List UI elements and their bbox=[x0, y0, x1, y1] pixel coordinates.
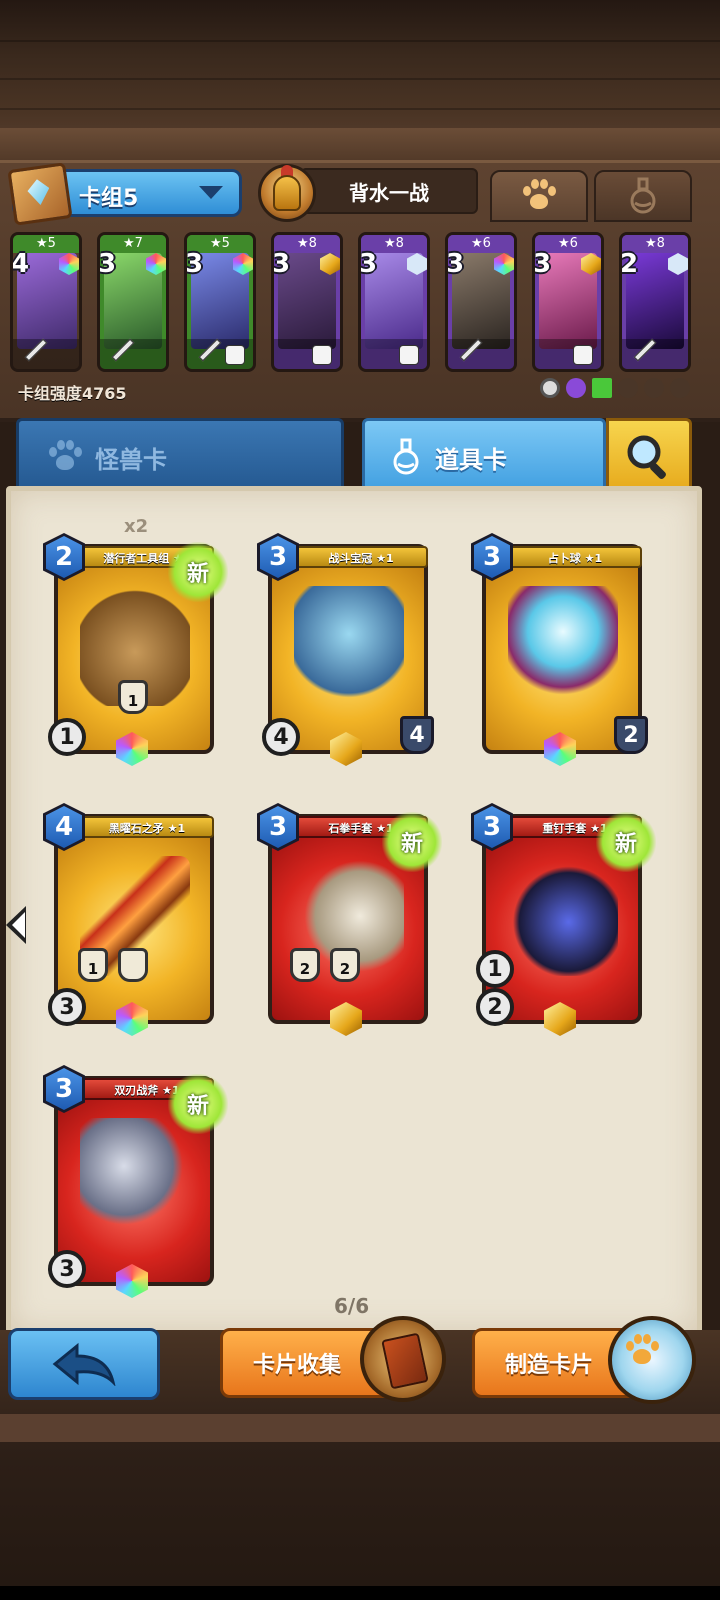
new-badge: 新 bbox=[382, 812, 442, 872]
paw-icon bbox=[521, 179, 557, 213]
attack-stat: 2 bbox=[476, 988, 514, 1026]
crystal-ball-art bbox=[508, 586, 618, 706]
deck-strength: 卡组强度4765 bbox=[18, 384, 127, 403]
spiked-gloves-art bbox=[508, 856, 618, 976]
deck-card-6[interactable]: ★6 3 bbox=[445, 232, 517, 372]
card-name: 黑曜石之矛 ★1 bbox=[80, 816, 214, 838]
card-name: 战斗宝冠 ★1 bbox=[294, 546, 428, 568]
chevron-down-icon bbox=[199, 186, 223, 199]
collect-label: 卡片收集 bbox=[253, 1353, 342, 1378]
card-cost: 3 bbox=[359, 249, 378, 279]
attack-stat: 3 bbox=[48, 1250, 86, 1288]
armor-stat: 2 bbox=[614, 716, 648, 754]
hero-name[interactable]: 背水一战 bbox=[300, 168, 478, 214]
dice-icon bbox=[399, 345, 419, 365]
card-name: 占卜球 ★1 bbox=[508, 546, 642, 568]
shield-icon bbox=[566, 378, 586, 398]
back-arrow-icon bbox=[52, 1342, 116, 1386]
item-card-crystal-ball[interactable]: 占卜球 ★1 3 2 bbox=[471, 533, 648, 766]
card-cost: 2 bbox=[620, 249, 639, 279]
item-card-battle-crown[interactable]: 战斗宝冠 ★1 3 4 4 bbox=[257, 533, 434, 766]
search-icon bbox=[627, 435, 666, 479]
armor-stat: 4 bbox=[400, 716, 434, 754]
item-card-stone-fist-gloves[interactable]: 石拳手套 ★1 3 新 2 2 bbox=[257, 803, 442, 1036]
craft-jar-icon[interactable] bbox=[608, 1316, 696, 1404]
double-axe-art bbox=[80, 1118, 190, 1238]
new-badge: 新 bbox=[168, 1074, 228, 1134]
tab-item-label: 道具卡 bbox=[435, 445, 507, 474]
card-cost: 3 bbox=[98, 249, 117, 279]
back-button[interactable] bbox=[8, 1328, 160, 1400]
ability-badge: 1 bbox=[78, 948, 108, 982]
item-card-double-axe[interactable]: 双刃战斧 ★1 3 新 3 bbox=[43, 1065, 228, 1298]
paw-icon bbox=[47, 440, 83, 474]
tab-monster-label: 怪兽卡 bbox=[95, 445, 167, 474]
deck-card-2[interactable]: ★7 3 bbox=[97, 232, 169, 372]
new-badge: 新 bbox=[168, 542, 228, 602]
dice-stat: 1 bbox=[476, 950, 514, 988]
card-cost: 4 bbox=[11, 249, 30, 279]
deck-card-3[interactable]: ★5 3 bbox=[184, 232, 256, 372]
potion-icon bbox=[393, 438, 419, 475]
card-collection-icon[interactable] bbox=[360, 1316, 446, 1402]
ability-badge: 2 bbox=[330, 948, 360, 982]
craft-label: 制造卡片 bbox=[505, 1353, 594, 1378]
dice-icon bbox=[225, 345, 245, 365]
deck-name: 卡组5 bbox=[79, 186, 139, 211]
item-card-obsidian-spear[interactable]: 黑曜石之矛 ★1 4 1 3 bbox=[43, 803, 214, 1036]
deck-card-1[interactable]: ★5 4 bbox=[10, 232, 82, 372]
card-cost: 3 bbox=[446, 249, 465, 279]
screen-bottom-edge bbox=[0, 1586, 720, 1600]
tab-item-deck[interactable] bbox=[594, 170, 692, 222]
tab-monster-deck[interactable] bbox=[490, 170, 588, 222]
synergy-icons bbox=[540, 378, 690, 398]
battle-crown-art bbox=[294, 586, 404, 706]
left-arrow-fill bbox=[12, 912, 25, 938]
hero-avatar[interactable] bbox=[258, 164, 316, 222]
paw-icon bbox=[624, 1334, 660, 1368]
item-card-spiked-gloves[interactable]: 重钉手套 ★1 3 新 1 2 bbox=[471, 803, 656, 1036]
tab-item-cards[interactable]: 道具卡 bbox=[362, 418, 606, 496]
dice-stat: 4 bbox=[262, 718, 300, 756]
deck-selector[interactable]: 卡组5 bbox=[7, 162, 242, 226]
deck-card-7[interactable]: ★6 3 bbox=[532, 232, 604, 372]
ability-badge: 1 bbox=[118, 680, 148, 714]
deck-book-icon bbox=[7, 162, 73, 226]
circle-icon bbox=[540, 378, 560, 398]
ability-badge bbox=[118, 948, 148, 982]
potion-icon bbox=[630, 177, 656, 214]
new-badge: 新 bbox=[596, 812, 656, 872]
deck-card-5[interactable]: ★8 3 bbox=[358, 232, 430, 372]
header-wood-band bbox=[0, 128, 720, 164]
duplicate-count: x2 bbox=[124, 516, 149, 537]
claw-icon bbox=[618, 378, 638, 398]
card-cost: 3 bbox=[272, 249, 291, 279]
dice-stat: 1 bbox=[48, 718, 86, 756]
dice-icon bbox=[573, 345, 593, 365]
flame-icon bbox=[670, 378, 690, 398]
page-indicator: 6/6 bbox=[334, 1294, 370, 1318]
beast-icon bbox=[644, 378, 664, 398]
deck-card-4[interactable]: ★8 3 bbox=[271, 232, 343, 372]
card-cost: 3 bbox=[185, 249, 204, 279]
search-button[interactable] bbox=[606, 418, 692, 496]
leaf-icon bbox=[592, 378, 612, 398]
card-cost: 3 bbox=[533, 249, 552, 279]
ability-badge: 2 bbox=[290, 948, 320, 982]
spartan-helmet-icon bbox=[273, 175, 301, 211]
deck-card-8[interactable]: ★8 2 bbox=[619, 232, 691, 372]
attack-stat: 3 bbox=[48, 988, 86, 1026]
item-card-rogue-tools[interactable]: 潜行者工具组 ★1 2 新 1 1 bbox=[43, 533, 228, 766]
dice-icon bbox=[312, 345, 332, 365]
tab-monster-cards[interactable]: 怪兽卡 bbox=[16, 418, 344, 496]
